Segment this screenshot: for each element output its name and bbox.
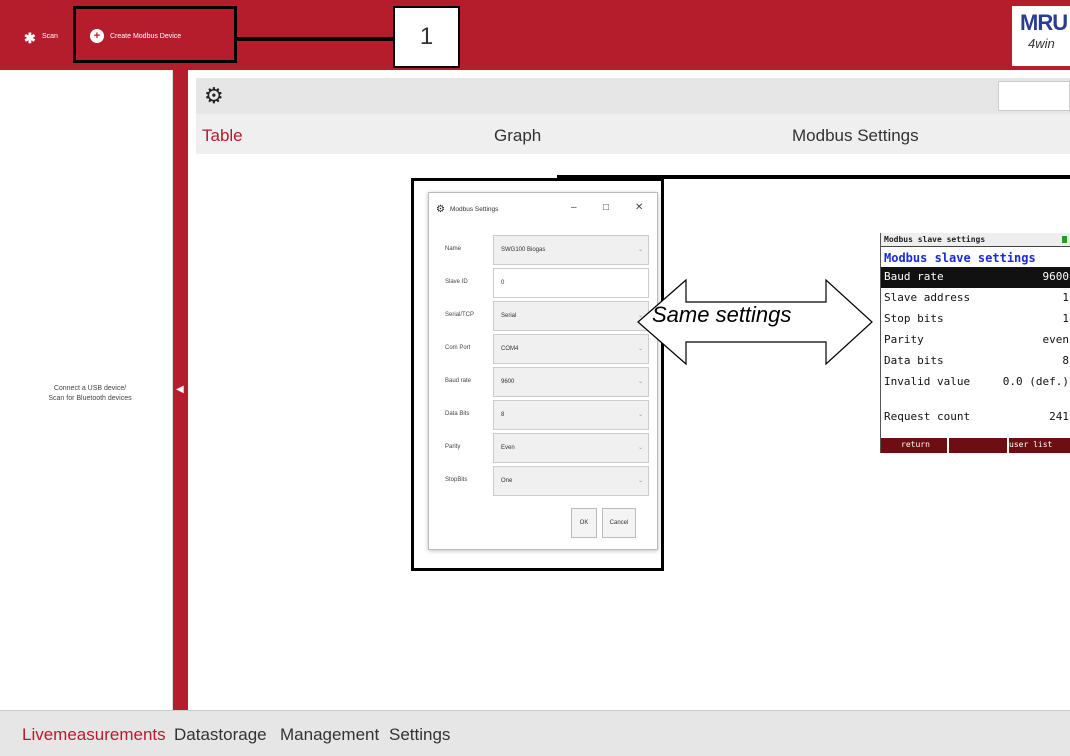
callout-connector-line	[237, 37, 393, 41]
tab-graph[interactable]: Graph	[494, 126, 541, 146]
device-header-text: Modbus slave settings	[884, 235, 986, 244]
stop-bits-select[interactable]: One ⌄	[493, 466, 649, 496]
device-row-value: 241	[1049, 410, 1069, 423]
parity-value: Even	[501, 445, 515, 451]
name-select[interactable]: SWG100 Biogas ⌄	[493, 235, 649, 265]
minimize-icon[interactable]: –	[571, 202, 577, 213]
bottom-navigation: Livemeasurements Datastorage Management …	[0, 710, 1070, 756]
baud-rate-value: 9600	[501, 379, 515, 385]
parity-select[interactable]: Even ⌄	[493, 433, 649, 463]
device-row-key: Parity	[884, 333, 924, 346]
status-led-icon	[1062, 236, 1067, 243]
device-row-key: Invalid value	[884, 375, 971, 388]
dialog-title: Modbus Settings	[450, 206, 499, 213]
device-return-button[interactable]: return	[901, 440, 930, 449]
toolbar-input[interactable]	[998, 81, 1070, 111]
device-row: Slave address 1	[881, 288, 1070, 309]
device-row-value: 1	[1062, 291, 1069, 304]
parity-label: Parity	[445, 444, 461, 450]
device-row: Stop bits 1	[881, 309, 1070, 330]
device-title: Modbus slave settings	[884, 251, 1036, 265]
cancel-button[interactable]: Cancel	[602, 508, 636, 538]
baud-rate-label: Baud rate	[445, 378, 472, 384]
device-row-key: Request count	[884, 410, 971, 423]
scan-button[interactable]: Scan	[42, 33, 58, 40]
modbus-settings-dialog: ⚙ Modbus Settings – □ ✕ Name SWG100 Biog…	[428, 192, 658, 550]
com-port-label: Com Port	[445, 345, 471, 351]
name-value: SWG100 Biogas	[501, 247, 546, 253]
ok-button[interactable]: OK	[571, 508, 597, 538]
logo: MRU 4win	[1012, 6, 1070, 66]
device-row-value: 1	[1062, 312, 1069, 325]
nav-management[interactable]: Management	[280, 725, 379, 745]
dialog-gear-icon: ⚙	[436, 204, 445, 215]
same-settings-label: Same settings	[652, 302, 792, 327]
nav-livemeasurements[interactable]: Livemeasurements	[22, 725, 166, 745]
gear-icon[interactable]: ⚙	[204, 83, 224, 109]
collapse-arrow-icon[interactable]: ◀	[176, 384, 184, 395]
chevron-down-icon: ⌄	[637, 412, 643, 418]
tab-modbus-settings[interactable]: Modbus Settings	[792, 126, 919, 146]
settings-toolbar: ⚙	[196, 78, 1070, 114]
device-row-key: Slave address	[884, 291, 971, 304]
chevron-down-icon: ⌄	[637, 247, 643, 253]
device-row-value: 8	[1062, 354, 1069, 367]
device-header: Modbus slave settings	[881, 233, 1070, 247]
maximize-icon[interactable]: □	[603, 202, 609, 213]
baud-rate-select[interactable]: 9600 ⌄	[493, 367, 649, 397]
com-port-select[interactable]: COM4 ⌄	[493, 334, 649, 364]
footer-divider	[947, 438, 949, 453]
slave-id-input[interactable]: 0	[493, 268, 649, 298]
device-row: Data bits 8	[881, 351, 1070, 372]
callout-number: 1	[393, 6, 460, 68]
serial-tcp-label: Serial/TCP	[445, 312, 475, 318]
serial-tcp-value: Serial	[501, 313, 517, 319]
tab-bar: Table Graph Modbus Settings	[196, 114, 1070, 154]
tab-table[interactable]: Table	[202, 126, 243, 146]
serial-tcp-select[interactable]: Serial ⌄	[493, 301, 649, 331]
connect-message-line1: Connect a USB device/	[53, 385, 127, 392]
data-bits-select[interactable]: 8 ⌄	[493, 400, 649, 430]
device-footer: return user list	[881, 438, 1070, 453]
device-row-value: 9600	[1042, 270, 1070, 283]
data-bits-label: Data Bits	[445, 411, 470, 417]
device-row: Request count 241	[881, 407, 1070, 428]
nav-datastorage[interactable]: Datastorage	[174, 725, 267, 745]
device-row: Parity even	[881, 330, 1070, 351]
device-row-value: even	[1042, 333, 1070, 346]
device-row-key: Baud rate	[884, 270, 944, 283]
nav-settings[interactable]: Settings	[389, 725, 450, 745]
logo-4win-text: 4win	[1028, 36, 1055, 51]
device-user-list-button[interactable]: user list	[1009, 440, 1052, 449]
slave-id-label: Slave ID	[445, 279, 468, 285]
name-label: Name	[445, 246, 462, 252]
device-row: Baud rate 9600	[881, 267, 1070, 288]
logo-mru-text: MRU	[1020, 10, 1068, 35]
chevron-down-icon: ⌄	[637, 379, 643, 385]
bluetooth-icon[interactable]: ✱	[24, 30, 36, 47]
connect-message-line2: Scan for Bluetooth devices	[48, 395, 132, 402]
close-icon[interactable]: ✕	[635, 202, 643, 213]
com-port-value: COM4	[501, 346, 519, 352]
chevron-down-icon: ⌄	[637, 478, 643, 484]
chevron-down-icon: ⌄	[637, 445, 643, 451]
stop-bits-value: One	[501, 478, 513, 484]
data-bits-value: 8	[501, 412, 505, 418]
connect-device-message: Connect a USB device/ Scan for Bluetooth…	[30, 384, 150, 404]
device-row-key: Data bits	[884, 354, 944, 367]
device-row-value: 0.0 (def.)	[1002, 375, 1069, 388]
device-row-key: Stop bits	[884, 312, 944, 325]
slave-id-value: 0	[501, 280, 505, 286]
device-row: Invalid value 0.0 (def.)	[881, 372, 1070, 393]
device-display: Modbus slave settings Modbus slave setti…	[880, 233, 1070, 453]
device-list-panel: Connect a USB device/ Scan for Bluetooth…	[0, 70, 173, 710]
stop-bits-label: StopBits	[445, 477, 468, 483]
callout-highlight-box	[73, 6, 237, 63]
